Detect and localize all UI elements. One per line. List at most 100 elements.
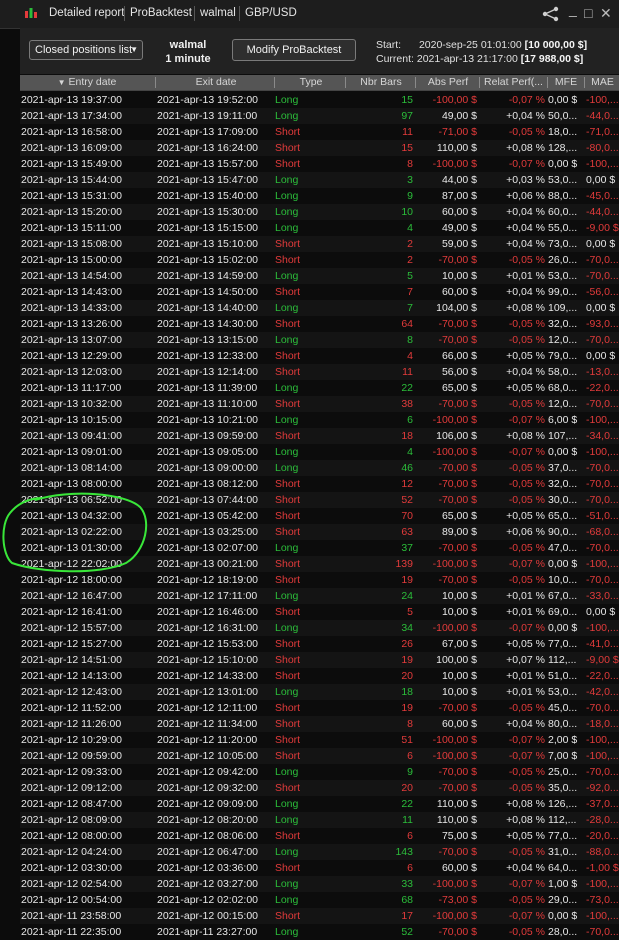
table-row[interactable]: 2021-apr-12 08:09:00 2021-apr-12 08:20:00… [20, 812, 619, 828]
table-row[interactable]: 2021-apr-13 15:20:00 2021-apr-13 15:30:00… [20, 204, 619, 220]
table-row[interactable]: 2021-apr-12 00:54:00 2021-apr-12 02:02:00… [20, 892, 619, 908]
relat-perf-cell: +0,04 % [506, 862, 545, 874]
column-abs-perf[interactable]: Abs Perf [417, 76, 479, 88]
table-row[interactable]: 2021-apr-13 19:37:00 2021-apr-13 19:52:00… [20, 92, 619, 108]
nbr-bars-cell: 18 [401, 686, 413, 698]
exit-date-cell: 2021-apr-13 13:15:00 [157, 334, 258, 346]
table-row[interactable]: 2021-apr-12 14:51:00 2021-apr-12 15:10:00… [20, 652, 619, 668]
tab-probacktest[interactable]: ProBacktest [130, 7, 192, 19]
table-row[interactable]: 2021-apr-13 13:07:00 2021-apr-13 13:15:00… [20, 332, 619, 348]
table-row[interactable]: 2021-apr-12 14:13:00 2021-apr-12 14:33:00… [20, 668, 619, 684]
mae-cell: -22,0... [586, 670, 619, 682]
entry-date-cell: 2021-apr-13 14:43:00 [21, 286, 122, 298]
entry-date-cell: 2021-apr-13 15:11:00 [21, 222, 122, 234]
table-row[interactable]: 2021-apr-13 13:26:00 2021-apr-13 14:30:00… [20, 316, 619, 332]
table-row[interactable]: 2021-apr-13 10:32:00 2021-apr-13 11:10:00… [20, 396, 619, 412]
modify-probacktest-button[interactable]: Modify ProBacktest [232, 39, 356, 61]
table-row[interactable]: 2021-apr-12 09:12:00 2021-apr-12 09:32:00… [20, 780, 619, 796]
tab-detailed-report[interactable]: Detailed report [49, 7, 124, 19]
column-type[interactable]: Type [276, 76, 346, 88]
table-row[interactable]: 2021-apr-12 11:52:00 2021-apr-12 12:11:00… [20, 700, 619, 716]
minimize-icon[interactable]: _ [569, 1, 577, 17]
entry-date-cell: 2021-apr-12 15:27:00 [21, 638, 122, 650]
abs-perf-cell: 106,00 $ [436, 430, 477, 442]
table-row[interactable]: 2021-apr-11 22:35:00 2021-apr-11 23:27:00… [20, 924, 619, 940]
table-row[interactable]: 2021-apr-13 14:33:00 2021-apr-13 14:40:00… [20, 300, 619, 316]
table-row[interactable]: 2021-apr-13 12:29:00 2021-apr-13 12:33:00… [20, 348, 619, 364]
table-row[interactable]: 2021-apr-12 03:30:00 2021-apr-12 03:36:00… [20, 860, 619, 876]
type-cell: Long [275, 894, 299, 906]
nbr-bars-cell: 4 [407, 222, 413, 234]
column-relat-perf[interactable]: Relat Perf(... [480, 76, 547, 88]
table-row[interactable]: 2021-apr-12 22:02:00 2021-apr-13 00:21:00… [20, 556, 619, 572]
mae-cell: -70,0... [586, 254, 619, 266]
entry-date-cell: 2021-apr-13 04:32:00 [21, 510, 122, 522]
exit-date-cell: 2021-apr-12 11:34:00 [157, 718, 258, 730]
table-row[interactable]: 2021-apr-13 15:11:00 2021-apr-13 15:15:00… [20, 220, 619, 236]
table-row[interactable]: 2021-apr-12 12:43:00 2021-apr-12 13:01:00… [20, 684, 619, 700]
abs-perf-cell: -70,00 $ [438, 846, 477, 858]
table-row[interactable]: 2021-apr-13 15:00:00 2021-apr-13 15:02:00… [20, 252, 619, 268]
table-row[interactable]: 2021-apr-13 09:41:00 2021-apr-13 09:59:00… [20, 428, 619, 444]
table-row[interactable]: 2021-apr-13 12:03:00 2021-apr-13 12:14:00… [20, 364, 619, 380]
column-entry-date[interactable]: ▼ Entry date [20, 76, 154, 88]
table-row[interactable]: 2021-apr-13 17:34:00 2021-apr-13 19:11:00… [20, 108, 619, 124]
abs-perf-cell: -73,00 $ [438, 894, 477, 906]
tab-strategy[interactable]: walmal [200, 7, 236, 19]
nbr-bars-cell: 46 [401, 462, 413, 474]
relat-perf-cell: -0,05 % [508, 846, 545, 858]
mae-cell: -100,... [586, 878, 619, 890]
table-row[interactable]: 2021-apr-13 16:58:00 2021-apr-13 17:09:00… [20, 124, 619, 140]
table-row[interactable]: 2021-apr-13 15:49:00 2021-apr-13 15:57:00… [20, 156, 619, 172]
table-row[interactable]: 2021-apr-12 09:59:00 2021-apr-12 10:05:00… [20, 748, 619, 764]
table-row[interactable]: 2021-apr-13 08:00:00 2021-apr-13 08:12:00… [20, 476, 619, 492]
positions-view-select[interactable]: Closed positions list ▼ [29, 40, 143, 60]
column-exit-date[interactable]: Exit date [157, 76, 275, 88]
column-mfe[interactable]: MFE [548, 76, 584, 88]
table-row[interactable]: 2021-apr-13 08:14:00 2021-apr-13 09:00:00… [20, 460, 619, 476]
table-row[interactable]: 2021-apr-12 02:54:00 2021-apr-12 03:27:00… [20, 876, 619, 892]
table-row[interactable]: 2021-apr-12 08:47:00 2021-apr-12 09:09:00… [20, 796, 619, 812]
table-row[interactable]: 2021-apr-11 23:58:00 2021-apr-12 00:15:00… [20, 908, 619, 924]
table-row[interactable]: 2021-apr-13 09:01:00 2021-apr-13 09:05:00… [20, 444, 619, 460]
table-row[interactable]: 2021-apr-13 04:32:00 2021-apr-13 05:42:00… [20, 508, 619, 524]
maximize-icon[interactable]: □ [584, 5, 592, 21]
table-row[interactable]: 2021-apr-12 15:27:00 2021-apr-12 15:53:00… [20, 636, 619, 652]
mfe-cell: 112,... [548, 654, 577, 666]
table-row[interactable]: 2021-apr-13 15:31:00 2021-apr-13 15:40:00… [20, 188, 619, 204]
table-row[interactable]: 2021-apr-13 10:15:00 2021-apr-13 10:21:00… [20, 412, 619, 428]
close-icon[interactable]: ✕ [600, 5, 612, 22]
table-row[interactable]: 2021-apr-13 16:09:00 2021-apr-13 16:24:00… [20, 140, 619, 156]
table-row[interactable]: 2021-apr-13 15:44:00 2021-apr-13 15:47:00… [20, 172, 619, 188]
table-row[interactable]: 2021-apr-12 10:29:00 2021-apr-12 11:20:00… [20, 732, 619, 748]
exit-date-cell: 2021-apr-13 15:40:00 [157, 190, 258, 202]
table-row[interactable]: 2021-apr-12 08:00:00 2021-apr-12 08:06:00… [20, 828, 619, 844]
table-row[interactable]: 2021-apr-13 14:43:00 2021-apr-13 14:50:00… [20, 284, 619, 300]
table-row[interactable]: 2021-apr-12 15:57:00 2021-apr-12 16:31:00… [20, 620, 619, 636]
nbr-bars-cell: 38 [401, 398, 413, 410]
table-row[interactable]: 2021-apr-13 11:17:00 2021-apr-13 11:39:00… [20, 380, 619, 396]
nbr-bars-cell: 11 [402, 814, 413, 826]
column-mae[interactable]: MAE [586, 76, 619, 88]
relat-perf-cell: +0,08 % [506, 302, 545, 314]
relat-perf-cell: +0,05 % [506, 830, 545, 842]
mae-cell: -100,... [586, 414, 619, 426]
relat-perf-cell: -0,07 % [508, 910, 545, 922]
entry-date-cell: 2021-apr-13 16:09:00 [21, 142, 122, 154]
share-icon[interactable] [542, 6, 560, 22]
table-row[interactable]: 2021-apr-12 18:00:00 2021-apr-12 18:19:00… [20, 572, 619, 588]
nbr-bars-cell: 19 [401, 702, 413, 714]
table-row[interactable]: 2021-apr-13 14:54:00 2021-apr-13 14:59:00… [20, 268, 619, 284]
table-row[interactable]: 2021-apr-12 09:33:00 2021-apr-12 09:42:00… [20, 764, 619, 780]
table-row[interactable]: 2021-apr-12 16:41:00 2021-apr-12 16:46:00… [20, 604, 619, 620]
table-row[interactable]: 2021-apr-12 11:26:00 2021-apr-12 11:34:00… [20, 716, 619, 732]
table-row[interactable]: 2021-apr-12 16:47:00 2021-apr-12 17:11:00… [20, 588, 619, 604]
table-row[interactable]: 2021-apr-13 06:52:00 2021-apr-13 07:44:00… [20, 492, 619, 508]
table-row[interactable]: 2021-apr-13 15:08:00 2021-apr-13 15:10:00… [20, 236, 619, 252]
entry-date-cell: 2021-apr-12 09:12:00 [21, 782, 122, 794]
table-row[interactable]: 2021-apr-13 01:30:00 2021-apr-13 02:07:00… [20, 540, 619, 556]
table-row[interactable]: 2021-apr-13 02:22:00 2021-apr-13 03:25:00… [20, 524, 619, 540]
table-row[interactable]: 2021-apr-12 04:24:00 2021-apr-12 06:47:00… [20, 844, 619, 860]
column-nbr-bars[interactable]: Nbr Bars [347, 76, 415, 88]
tab-symbol[interactable]: GBP/USD [245, 7, 297, 19]
